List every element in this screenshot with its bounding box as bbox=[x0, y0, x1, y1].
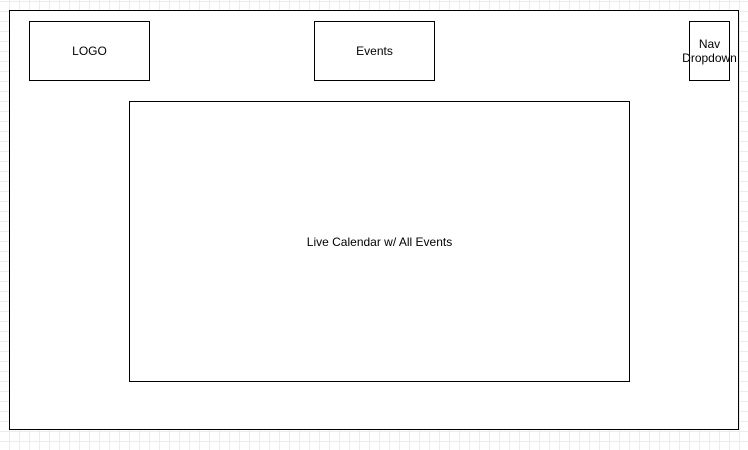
live-calendar-label: Live Calendar w/ All Events bbox=[306, 234, 453, 249]
logo-label: LOGO bbox=[72, 44, 107, 58]
logo-box: LOGO bbox=[29, 21, 150, 81]
nav-dropdown-box: Nav Dropdown bbox=[682, 21, 737, 81]
nav-dropdown-label: Nav Dropdown bbox=[682, 37, 737, 65]
events-label: Events bbox=[356, 44, 393, 58]
nav-label-line1: Nav bbox=[698, 37, 721, 51]
nav-label-line2: Dropdown bbox=[682, 51, 737, 65]
events-box: Events bbox=[314, 21, 435, 81]
live-calendar-box: Live Calendar w/ All Events bbox=[129, 101, 630, 382]
